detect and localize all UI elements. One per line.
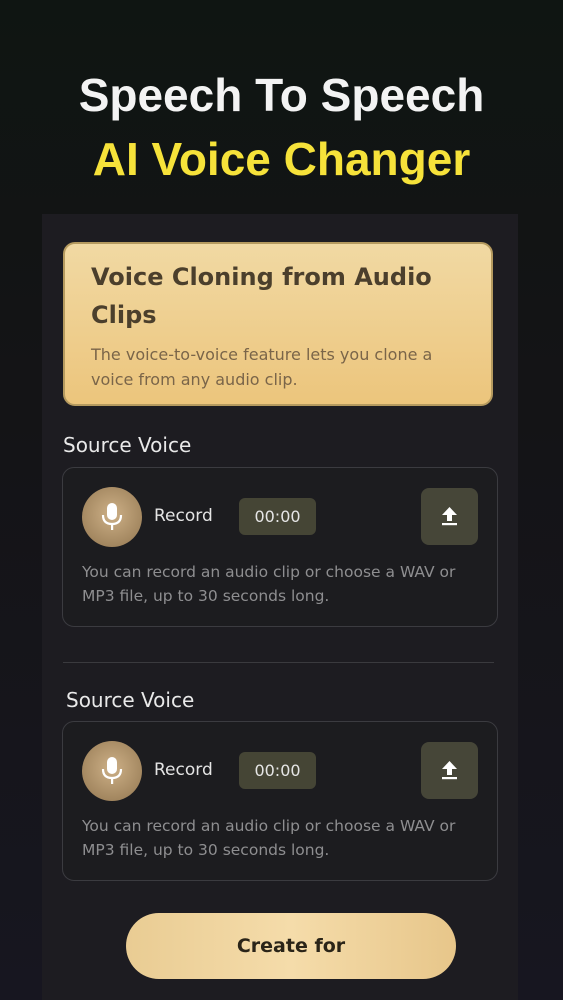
source-voice-box-2: Record 00:00 You can record an audio cli… <box>62 721 498 881</box>
record-label-2: Record <box>154 760 213 780</box>
upload-icon <box>442 761 457 780</box>
upload-button-2[interactable] <box>421 742 478 799</box>
record-button-2[interactable] <box>82 741 142 801</box>
feature-card: Voice Cloning from Audio Clips The voice… <box>63 242 493 406</box>
microphone-icon <box>101 503 123 530</box>
upload-icon <box>442 507 457 526</box>
source-voice-label-1: Source Voice <box>63 433 192 457</box>
source-voice-label-2: Source Voice <box>66 688 195 712</box>
source-voice-box-1: Record 00:00 You can record an audio cli… <box>62 467 498 627</box>
microphone-icon <box>101 757 123 784</box>
timer-display-2: 00:00 <box>239 752 316 789</box>
feature-description: The voice-to-voice feature lets you clon… <box>91 345 433 389</box>
create-button[interactable]: Create for <box>126 913 456 979</box>
feature-title: Voice Cloning from Audio Clips <box>91 263 432 329</box>
source-hint-1: You can record an audio clip or choose a… <box>82 563 456 605</box>
headline-title: Speech To Speech <box>78 69 485 121</box>
headline-subtitle: AI Voice Changer <box>92 133 471 185</box>
section-divider <box>63 662 494 663</box>
record-label-1: Record <box>154 506 213 526</box>
upload-button-1[interactable] <box>421 488 478 545</box>
source-hint-2: You can record an audio clip or choose a… <box>82 817 456 859</box>
timer-display-1: 00:00 <box>239 498 316 535</box>
record-button-1[interactable] <box>82 487 142 547</box>
